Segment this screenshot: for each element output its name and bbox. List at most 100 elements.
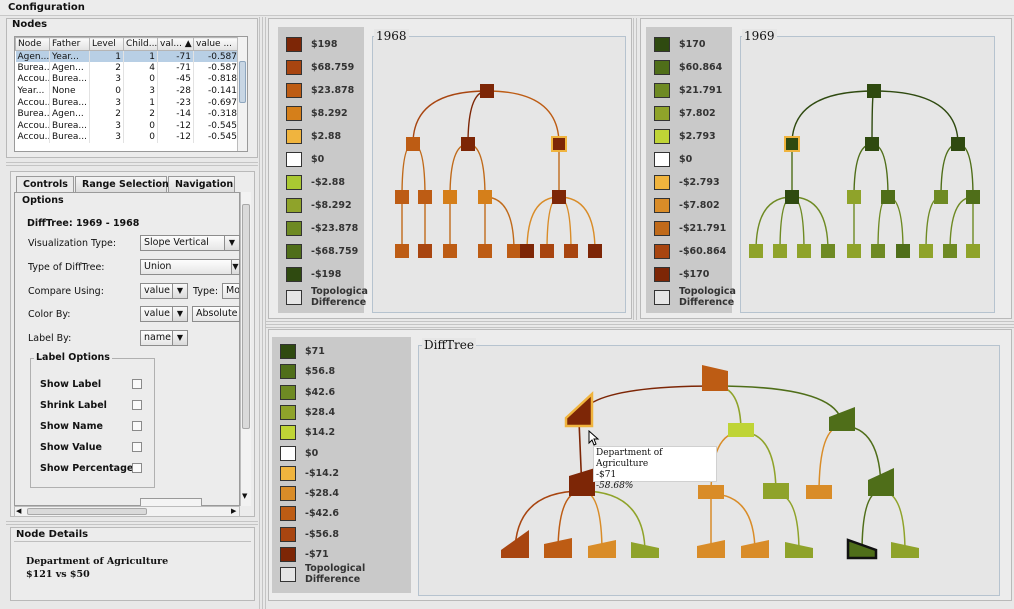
scroll-left-icon[interactable]: ◀	[16, 507, 21, 515]
type2-select[interactable]: Mo	[222, 283, 240, 299]
show-percentage-checkbox[interactable]	[132, 463, 142, 473]
nodes-table[interactable]: Node Father Level Child... val... ▲ value ...…	[14, 36, 248, 152]
tree-node[interactable]	[443, 244, 457, 258]
tree-1968[interactable]	[373, 37, 627, 314]
tree-node[interactable]	[418, 190, 432, 204]
tree-node[interactable]	[702, 365, 728, 391]
nodes-table-scrollbar[interactable]	[237, 37, 247, 151]
tab-controls[interactable]: Controls	[16, 176, 74, 192]
tree-node[interactable]	[418, 244, 432, 258]
scroll-down-icon[interactable]: ▼	[242, 492, 247, 500]
color-mode-select[interactable]: Absolute	[192, 306, 240, 322]
tree-node[interactable]	[406, 137, 420, 151]
tree-node[interactable]	[501, 530, 529, 558]
show-label-checkbox[interactable]	[132, 379, 142, 389]
tree-node[interactable]	[749, 244, 763, 258]
tree-node[interactable]	[951, 137, 965, 151]
scroll-right-icon[interactable]: ▶	[231, 507, 236, 515]
tree-node[interactable]	[551, 136, 567, 152]
scroll-thumb[interactable]	[242, 204, 250, 429]
tree-node[interactable]	[763, 483, 789, 499]
tree-node[interactable]	[871, 244, 885, 258]
table-row[interactable]: Burea... Agen... 2 2 -14 -0.318	[15, 108, 240, 121]
table-row[interactable]: Burea... Agen... 2 4 -71 -0.587	[15, 62, 240, 74]
tree-1969[interactable]	[741, 37, 996, 314]
tree-node[interactable]	[443, 190, 457, 204]
tree-node[interactable]	[865, 137, 879, 151]
table-row[interactable]: Accou...Burea...31-23-0.697	[15, 96, 240, 109]
table-cell: 1	[89, 50, 124, 63]
tree-node[interactable]	[896, 244, 910, 258]
tab-navigation[interactable]: Navigation	[168, 176, 235, 192]
left-splitter-2[interactable]	[6, 519, 258, 525]
controls-vscrollbar[interactable]: ▼	[240, 192, 251, 506]
scroll-thumb[interactable]	[27, 508, 147, 515]
tree-node[interactable]	[934, 190, 948, 204]
tree-node[interactable]	[507, 244, 521, 258]
column-header[interactable]: value ...	[193, 37, 240, 51]
compare-select[interactable]: value ▼	[140, 283, 188, 299]
scroll-thumb[interactable]	[239, 61, 246, 103]
show-name-checkbox[interactable]	[132, 421, 142, 431]
table-row[interactable]: Accou...Burea...30-12-0.545	[15, 131, 240, 144]
tree-node[interactable]	[395, 244, 409, 258]
tree-node[interactable]	[847, 190, 861, 204]
tree-node[interactable]	[564, 244, 578, 258]
tree-node-selected[interactable]	[564, 391, 594, 428]
show-value-checkbox[interactable]	[132, 442, 142, 452]
tree-edge	[714, 385, 843, 427]
tree-node[interactable]	[943, 244, 957, 258]
tree-node[interactable]	[773, 244, 787, 258]
middle-splitter[interactable]	[266, 321, 1014, 328]
tree-node[interactable]	[478, 244, 492, 258]
column-header[interactable]: Node	[15, 37, 50, 51]
tree-node[interactable]	[868, 468, 894, 496]
table-cell: Year...	[15, 85, 50, 97]
tree-node[interactable]	[544, 538, 572, 558]
viz-1969-area[interactable]	[740, 36, 995, 313]
legend-swatch	[286, 198, 302, 213]
color-by-select[interactable]: value ▼	[140, 306, 188, 322]
column-header[interactable]: Level	[89, 37, 124, 51]
tree-node[interactable]	[829, 407, 855, 431]
tree-node[interactable]	[784, 136, 800, 152]
main-splitter[interactable]	[259, 17, 266, 609]
viz-type-select[interactable]: Slope Vertical ▼	[140, 235, 240, 251]
tree-node[interactable]	[480, 84, 494, 98]
tree-node[interactable]	[867, 84, 881, 98]
tree-node[interactable]	[881, 190, 895, 204]
viz-1968-area[interactable]	[372, 36, 626, 313]
column-header[interactable]: Child...	[123, 37, 158, 51]
table-row[interactable]: Year... None 0 3 -28 -0.141	[15, 85, 240, 97]
tab-range-selection[interactable]: Range Selection	[75, 176, 169, 192]
size-by-select-cut[interactable]	[140, 498, 202, 506]
tree-node[interactable]	[395, 190, 409, 204]
column-header[interactable]: val... ▲	[157, 37, 194, 51]
table-row[interactable]: Accou...Burea...30-12-0.545	[15, 120, 240, 132]
tree-node[interactable]	[821, 244, 835, 258]
tree-node[interactable]	[540, 244, 554, 258]
column-header[interactable]: Father	[49, 37, 90, 51]
label-by-select[interactable]: name ▼	[140, 330, 188, 346]
tree-node[interactable]	[588, 244, 602, 258]
table-row[interactable]: Accou...Burea...30-45-0.818	[15, 73, 240, 86]
tree-node[interactable]	[806, 485, 832, 499]
tree-node[interactable]	[966, 244, 980, 258]
tree-node[interactable]	[478, 190, 492, 204]
shrink-label-checkbox[interactable]	[132, 400, 142, 410]
tree-node[interactable]	[569, 468, 595, 496]
tree-node[interactable]	[520, 244, 534, 258]
top-splitter[interactable]	[633, 18, 639, 320]
table-row[interactable]: Agen... Year... 1 1 -71 -0.587	[15, 50, 240, 63]
tree-node[interactable]	[919, 244, 933, 258]
tree-node[interactable]	[797, 244, 811, 258]
tree-node[interactable]	[461, 137, 475, 151]
tree-node[interactable]	[785, 190, 799, 204]
left-splitter[interactable]	[6, 160, 258, 166]
difftree-type-select[interactable]: Union ▼	[140, 259, 240, 275]
controls-hscrollbar[interactable]: ◀ ▶	[14, 506, 240, 517]
tree-node[interactable]	[552, 190, 566, 204]
tree-node[interactable]	[847, 244, 861, 258]
tree-node[interactable]	[966, 190, 980, 204]
tree-node[interactable]	[728, 423, 754, 437]
